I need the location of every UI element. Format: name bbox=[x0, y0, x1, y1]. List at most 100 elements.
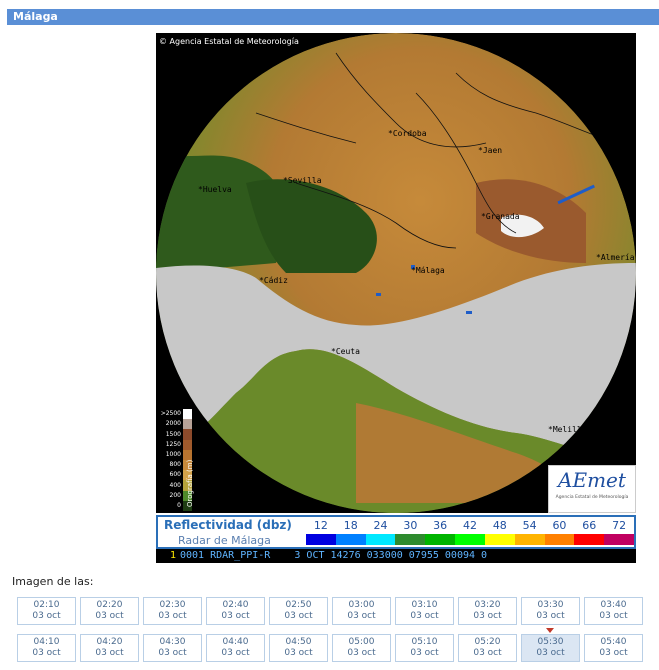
orography-tick: 0 bbox=[177, 501, 181, 509]
orography-tick: 2000 bbox=[165, 420, 181, 428]
dbz-label: 48 bbox=[492, 519, 507, 532]
orography-label: Orografía (m) bbox=[186, 459, 194, 507]
time-slot-button[interactable]: 03:10 03 oct bbox=[395, 597, 454, 625]
orography-tick: 400 bbox=[169, 481, 181, 489]
page-title-text: Málaga bbox=[13, 10, 58, 23]
dbz-swatch bbox=[455, 534, 486, 545]
page-title: Málaga bbox=[7, 9, 659, 25]
slot-time: 03:40 bbox=[600, 600, 627, 610]
time-slot-button[interactable]: 03:00 03 oct bbox=[332, 597, 391, 625]
city-sevilla: *Sevilla bbox=[283, 176, 322, 185]
dbz-label: 66 bbox=[582, 519, 597, 532]
time-slot-button[interactable]: 03:30 03 oct bbox=[521, 597, 580, 625]
slot-date: 03 oct bbox=[410, 611, 439, 621]
dbz-label: 54 bbox=[522, 519, 537, 532]
imagen-label: Imagen de las: bbox=[12, 575, 94, 588]
time-slot-button[interactable]: 05:00 03 oct bbox=[332, 634, 391, 662]
slot-date: 03 oct bbox=[347, 648, 376, 658]
slot-date: 03 oct bbox=[536, 648, 565, 658]
dbz-swatch bbox=[514, 534, 546, 545]
slot-time: 02:10 bbox=[33, 600, 60, 610]
slot-time: 05:10 bbox=[411, 637, 438, 647]
dbz-label: 24 bbox=[373, 519, 388, 532]
orography-swatch bbox=[183, 429, 192, 441]
slot-date: 03 oct bbox=[599, 648, 628, 658]
time-slot-button[interactable]: 02:30 03 oct bbox=[143, 597, 202, 625]
legend-subtitle: Radar de Málaga bbox=[178, 534, 271, 547]
orography-tick: 800 bbox=[169, 461, 181, 469]
city-malaga: *Málaga bbox=[411, 266, 445, 275]
slot-date: 03 oct bbox=[158, 611, 187, 621]
orography-tick: 1500 bbox=[165, 430, 181, 438]
time-slot-button[interactable]: 02:10 03 oct bbox=[17, 597, 76, 625]
orography-tick: 200 bbox=[169, 491, 181, 499]
slot-time: 02:40 bbox=[222, 600, 249, 610]
radar-info-line: 1 0001 RDAR_PPI-R 3 OCT 14276 033000 079… bbox=[156, 549, 636, 563]
slot-date: 03 oct bbox=[284, 648, 313, 658]
dbz-swatch bbox=[574, 534, 605, 545]
time-slot-button[interactable]: 04:30 03 oct bbox=[143, 634, 202, 662]
orography-tick: 600 bbox=[169, 471, 181, 479]
city-cordoba: *Cordoba bbox=[388, 129, 427, 138]
time-slot-button[interactable]: 04:20 03 oct bbox=[80, 634, 139, 662]
reflectivity-legend: Reflectividad (dbz) Radar de Málaga 12 18… bbox=[156, 515, 636, 549]
slot-time: 03:10 bbox=[411, 600, 438, 610]
slot-time: 05:20 bbox=[474, 637, 501, 647]
slot-date: 03 oct bbox=[536, 611, 565, 621]
dbz-swatch bbox=[544, 534, 575, 545]
time-slot-button[interactable]: 05:40 03 oct bbox=[584, 634, 643, 662]
time-slot-button[interactable]: 02:50 03 oct bbox=[269, 597, 328, 625]
slot-time: 04:30 bbox=[159, 637, 186, 647]
slot-time: 05:00 bbox=[348, 637, 375, 647]
slot-date: 03 oct bbox=[221, 611, 250, 621]
orography-swatch bbox=[183, 419, 192, 430]
slot-date: 03 oct bbox=[410, 648, 439, 658]
slot-time: 02:20 bbox=[96, 600, 123, 610]
dbz-label: 12 bbox=[313, 519, 328, 532]
slot-time: 05:30 bbox=[537, 637, 564, 647]
legend-title: Reflectividad (dbz) bbox=[164, 518, 292, 532]
slot-time: 02:50 bbox=[285, 600, 312, 610]
time-slot-button[interactable]: 02:40 03 oct bbox=[206, 597, 265, 625]
slot-time: 04:20 bbox=[96, 637, 123, 647]
time-slot-button[interactable]: 05:20 03 oct bbox=[458, 634, 517, 662]
time-slot-button[interactable]: 05:10 03 oct bbox=[395, 634, 454, 662]
aemet-logo-sub: Agencia Estatal de Meteorología bbox=[555, 495, 629, 500]
dbz-label: 36 bbox=[433, 519, 448, 532]
slot-date: 03 oct bbox=[32, 648, 61, 658]
dbz-swatch bbox=[395, 534, 426, 545]
dbz-swatch bbox=[365, 534, 396, 545]
dbz-swatch bbox=[306, 534, 337, 545]
slot-time: 03:20 bbox=[474, 600, 501, 610]
time-slot-button[interactable]: 04:50 03 oct bbox=[269, 634, 328, 662]
orography-legend: >2500 2000 1500 1250 1000 800 600 400 200 0 Orogr… bbox=[158, 407, 196, 513]
slot-time: 02:30 bbox=[159, 600, 186, 610]
aemet-logo: AEmet Agencia Estatal de Meteorología bbox=[548, 465, 636, 513]
time-slot-button[interactable]: 02:20 03 oct bbox=[80, 597, 139, 625]
time-slot-button[interactable]: 04:40 03 oct bbox=[206, 634, 265, 662]
slot-date: 03 oct bbox=[95, 611, 124, 621]
city-huelva: *Huelva bbox=[198, 185, 232, 194]
city-labels: *Cordoba *Jaen *Huelva *Sevilla *Granada… bbox=[156, 33, 636, 513]
orography-swatch bbox=[183, 409, 192, 420]
slot-date: 03 oct bbox=[347, 611, 376, 621]
time-slot-button[interactable]: 03:40 03 oct bbox=[584, 597, 643, 625]
slot-time: 03:30 bbox=[537, 600, 564, 610]
slot-time: 04:10 bbox=[33, 637, 60, 647]
slot-time: 04:50 bbox=[285, 637, 312, 647]
time-slot-button[interactable]: 04:10 03 oct bbox=[17, 634, 76, 662]
time-slot-button[interactable]: 05:30 03 oct bbox=[521, 634, 580, 662]
dbz-swatch bbox=[335, 534, 367, 545]
city-cadiz: *Cádiz bbox=[259, 276, 288, 285]
city-almeria: *Almería bbox=[596, 253, 635, 262]
time-slot-button[interactable]: 03:20 03 oct bbox=[458, 597, 517, 625]
selected-marker-icon bbox=[546, 628, 554, 633]
aemet-logo-text: AEmet bbox=[558, 468, 626, 492]
city-jaen: *Jaen bbox=[478, 146, 503, 155]
slot-time: 05:40 bbox=[600, 637, 627, 647]
slot-date: 03 oct bbox=[473, 648, 502, 658]
orography-tick: >2500 bbox=[160, 410, 181, 418]
dbz-label: 60 bbox=[552, 519, 567, 532]
slot-date: 03 oct bbox=[284, 611, 313, 621]
dbz-label: 72 bbox=[612, 519, 627, 532]
